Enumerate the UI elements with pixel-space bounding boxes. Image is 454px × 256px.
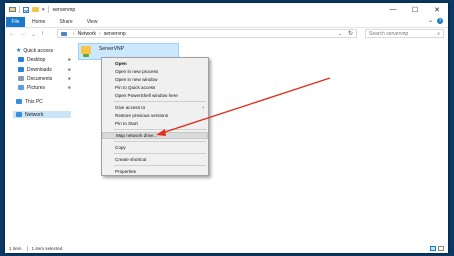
menu-divider (114, 165, 206, 166)
breadcrumb-network[interactable]: Network (78, 31, 96, 37)
title-bar: ▾ servervnp — ☐ ✕ (5, 3, 448, 16)
documents-icon (18, 76, 24, 81)
menu-item-open-new-process[interactable]: Open in new process (102, 68, 208, 75)
close-button[interactable]: ✕ (426, 3, 448, 16)
view-switcher (430, 246, 444, 251)
sidebar-item-this-pc[interactable]: This PC (16, 98, 43, 105)
menu-divider (114, 101, 206, 102)
details-view-icon[interactable] (430, 246, 436, 251)
explorer-window: ▾ servervnp — ☐ ✕ File Home Share View ⌄… (5, 3, 448, 253)
menu-divider (114, 153, 206, 154)
minimize-button[interactable]: — (382, 3, 404, 16)
menu-item-restore-versions[interactable]: Restore previous versions (102, 112, 208, 119)
breadcrumb-servervnp[interactable]: servervnp (104, 31, 126, 37)
maximize-button[interactable]: ☐ (404, 3, 426, 16)
sidebar-item-downloads[interactable]: Downloads ✱ (18, 66, 73, 73)
sidebar-item-label: Network (25, 111, 44, 118)
context-menu: Open Open in new process Open in new win… (101, 57, 209, 176)
help-icon[interactable]: ? (437, 17, 443, 24)
sidebar-item-label: Documents (27, 75, 53, 82)
sidebar-item-quick-access[interactable]: ★ Quick access (16, 47, 54, 55)
sidebar-item-label: Downloads (27, 66, 52, 73)
large-icons-view-icon[interactable] (438, 246, 444, 251)
tab-file[interactable]: File (6, 16, 25, 27)
forward-arrow-icon[interactable]: → (20, 31, 26, 38)
tab-view[interactable]: View (80, 19, 105, 25)
customize-toolbar-icon[interactable]: ▾ (42, 7, 45, 13)
navigation-buttons: ← → ⌄ ↑ (5, 31, 59, 38)
tab-home[interactable]: Home (25, 19, 52, 25)
menu-item-create-shortcut[interactable]: Create shortcut (102, 156, 208, 163)
menu-item-open-new-window[interactable]: Open in new window (102, 76, 208, 83)
sidebar-item-desktop[interactable]: Desktop ✱ (18, 56, 73, 63)
desktop-icon (18, 57, 24, 62)
computer-icon (16, 99, 22, 104)
sidebar-item-documents[interactable]: Documents ✱ (18, 75, 73, 82)
up-arrow-icon[interactable]: ↑ (41, 31, 44, 38)
pin-icon: ✱ (67, 67, 71, 72)
menu-item-give-access[interactable]: Give access to › (102, 104, 208, 111)
menu-item-open[interactable]: Open (102, 60, 208, 67)
toolbar-divider (19, 6, 20, 13)
pictures-icon (18, 85, 24, 90)
network-share-icon (81, 45, 91, 58)
address-row: ← → ⌄ ↑ › Network › servervnp ⌄ ↻ Search… (5, 27, 448, 41)
menu-item-copy[interactable]: Copy (102, 144, 208, 151)
recent-locations-icon[interactable]: ⌄ (31, 31, 36, 38)
menu-item-map-network-drive[interactable]: Map network drive... (102, 132, 208, 139)
refresh-icon[interactable]: ↻ (348, 30, 353, 37)
item-count: 1 item (9, 246, 22, 251)
pin-icon: ✱ (67, 57, 71, 62)
address-dropdown-icon[interactable]: ⌄ (338, 31, 342, 37)
downloads-icon (18, 67, 24, 72)
network-icon (61, 31, 67, 36)
window-title: servervnp (52, 6, 76, 13)
quick-access-toolbar: ▾ (5, 6, 49, 13)
sidebar-item-network[interactable]: Network (13, 111, 71, 118)
navigation-pane: ★ Quick access Desktop ✱ Downloads ✱ Doc… (5, 44, 73, 244)
breadcrumb-separator: › (99, 30, 101, 37)
network-icon (16, 112, 22, 117)
ribbon-right-controls: ⌄ ? (428, 17, 443, 24)
breadcrumb-separator: › (73, 30, 75, 37)
menu-item-properties[interactable]: Properties (102, 168, 208, 175)
new-folder-icon[interactable] (32, 7, 39, 12)
sidebar-item-label: This PC (25, 98, 43, 105)
status-bar: 1 item 1 item selected (5, 244, 448, 253)
address-bar[interactable]: › Network › servervnp ⌄ ↻ (57, 29, 357, 38)
tab-share[interactable]: Share (52, 19, 79, 25)
menu-item-pin-start[interactable]: Pin to Start (102, 120, 208, 127)
sidebar-item-label: Desktop (27, 56, 46, 63)
explorer-icon (9, 7, 16, 12)
window-controls: — ☐ ✕ (382, 3, 448, 16)
menu-item-open-powershell[interactable]: Open PowerShell window here (102, 92, 208, 99)
pin-icon: ✱ (67, 76, 71, 81)
search-placeholder: Search servervnp (369, 30, 409, 37)
menu-item-label: Give access to (115, 105, 146, 110)
sidebar-item-pictures[interactable]: Pictures ✱ (18, 84, 73, 91)
file-name: ServerVNP (99, 45, 125, 52)
submenu-arrow-icon: › (202, 104, 204, 111)
sidebar-item-label: Quick access (23, 47, 54, 54)
menu-divider (114, 129, 206, 130)
sidebar-item-label: Pictures (27, 84, 46, 91)
search-icon: ⌕ (437, 30, 440, 37)
search-box[interactable]: Search servervnp ⌕ (365, 29, 444, 38)
toolbar-divider (47, 6, 49, 13)
menu-divider (114, 141, 206, 142)
star-icon: ★ (16, 48, 22, 54)
properties-check-icon[interactable] (23, 6, 29, 13)
expand-ribbon-icon[interactable]: ⌄ (428, 17, 433, 24)
back-arrow-icon[interactable]: ← (9, 31, 15, 38)
menu-item-pin-quick-access[interactable]: Pin to Quick access (102, 84, 208, 91)
pin-icon: ✱ (67, 85, 71, 90)
selection-count: 1 item selected (31, 246, 63, 251)
